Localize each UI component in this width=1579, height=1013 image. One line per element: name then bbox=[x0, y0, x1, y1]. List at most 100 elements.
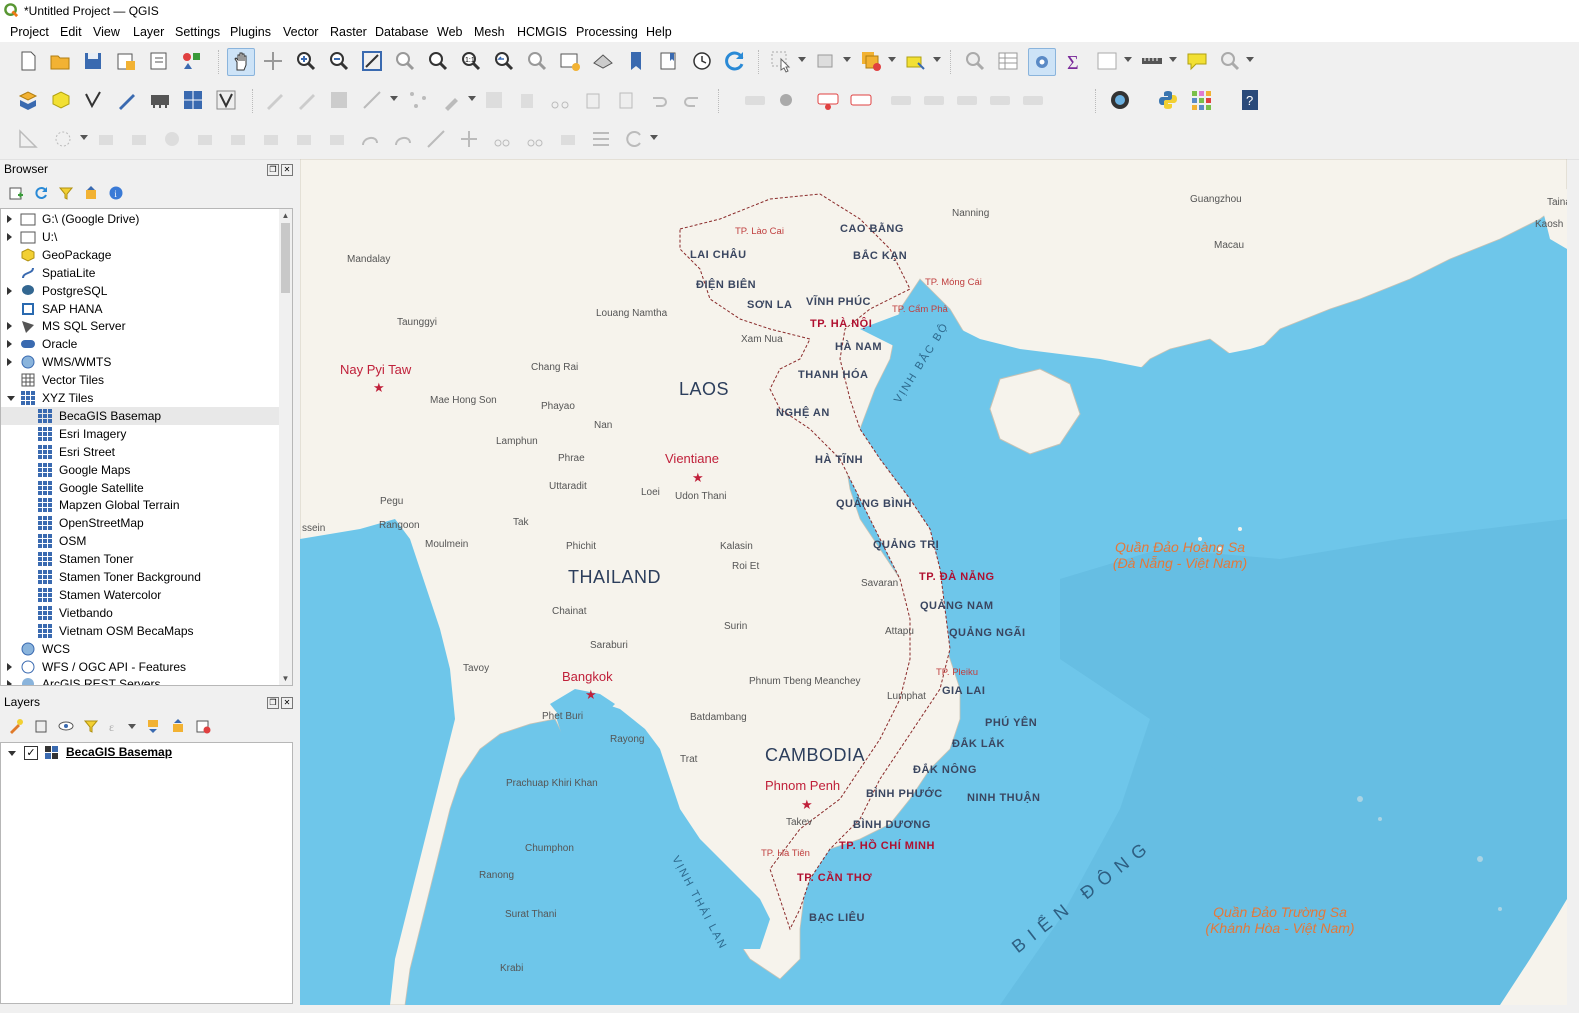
browser-item[interactable]: Vietbando bbox=[1, 604, 279, 622]
collapsed-arrow-icon[interactable] bbox=[7, 322, 12, 331]
collapse-all-icon[interactable] bbox=[83, 185, 99, 201]
menu-view[interactable]: View bbox=[93, 25, 120, 39]
merge-attributes-icon[interactable] bbox=[588, 126, 614, 152]
change-label-icon[interactable] bbox=[1020, 87, 1046, 113]
browser-item[interactable]: U:\ bbox=[1, 228, 279, 246]
trim-extend-icon[interactable] bbox=[456, 126, 482, 152]
filter-by-expression-icon[interactable]: ε bbox=[108, 718, 124, 734]
collapsed-arrow-icon[interactable] bbox=[7, 358, 12, 367]
menu-help[interactable]: Help bbox=[646, 25, 672, 39]
zoom-out-icon[interactable] bbox=[326, 48, 352, 74]
reshape-features-icon[interactable] bbox=[357, 126, 383, 152]
select-features-icon[interactable] bbox=[768, 48, 794, 74]
show-bookmarks-icon[interactable] bbox=[656, 48, 682, 74]
pin-labels-icon[interactable] bbox=[921, 87, 947, 113]
new-map-view-icon[interactable] bbox=[557, 48, 583, 74]
menu-edit[interactable]: Edit bbox=[60, 25, 82, 39]
deselect-features-icon[interactable] bbox=[858, 48, 884, 74]
menu-layer[interactable]: Layer bbox=[133, 25, 164, 39]
expand-all-icon[interactable] bbox=[145, 718, 161, 734]
zoom-native-icon[interactable]: 1:1 bbox=[458, 48, 484, 74]
zoom-last-icon[interactable] bbox=[491, 48, 517, 74]
delete-ring-icon[interactable] bbox=[291, 126, 317, 152]
new-gps-layer-icon[interactable] bbox=[213, 87, 239, 113]
diagram-options-icon[interactable] bbox=[775, 87, 801, 113]
browser-item[interactable]: Vietnam OSM BecaMaps bbox=[1, 622, 279, 640]
split-parts-icon[interactable] bbox=[522, 126, 548, 152]
browser-item[interactable]: XYZ Tiles bbox=[1, 389, 279, 407]
browser-item[interactable]: Stamen Watercolor bbox=[1, 586, 279, 604]
browser-item[interactable]: Esri Imagery bbox=[1, 425, 279, 443]
menu-database[interactable]: Database bbox=[375, 25, 429, 39]
layer-labeling-icon[interactable] bbox=[815, 87, 841, 113]
add-selected-layers-icon[interactable] bbox=[8, 185, 24, 201]
collapsed-arrow-icon[interactable] bbox=[7, 232, 12, 241]
layer-diagram-icon[interactable] bbox=[848, 87, 874, 113]
collapsed-arrow-icon[interactable] bbox=[7, 215, 12, 223]
label-toolbar-icon[interactable] bbox=[742, 87, 768, 113]
merge-features-icon[interactable] bbox=[555, 126, 581, 152]
float-layers-panel-icon[interactable]: ❐ bbox=[267, 697, 279, 709]
delete-selected-icon[interactable] bbox=[514, 87, 540, 113]
style-manager-icon[interactable] bbox=[179, 48, 205, 74]
temporal-controller-icon[interactable] bbox=[689, 48, 715, 74]
identify-features-icon[interactable] bbox=[962, 48, 988, 74]
browser-item[interactable]: Google Maps bbox=[1, 461, 279, 479]
menu-web[interactable]: Web bbox=[437, 25, 462, 39]
browser-item[interactable]: ArcGIS REST Servers bbox=[1, 675, 279, 685]
refresh-browser-icon[interactable] bbox=[33, 185, 49, 201]
select-by-value-icon[interactable] bbox=[813, 48, 839, 74]
browser-item[interactable]: OSM bbox=[1, 532, 279, 550]
collapsed-arrow-icon[interactable] bbox=[7, 340, 12, 349]
layout-manager-icon[interactable] bbox=[146, 48, 172, 74]
copy-features-icon[interactable] bbox=[580, 87, 606, 113]
save-project-icon[interactable] bbox=[80, 48, 106, 74]
menu-hcmgis[interactable]: HCMGIS bbox=[517, 25, 567, 39]
advanced-digitizing-icon[interactable] bbox=[15, 126, 41, 152]
map-tips-icon[interactable] bbox=[1184, 48, 1210, 74]
new-geopackage-layer-icon[interactable] bbox=[48, 87, 74, 113]
current-edits-icon[interactable] bbox=[262, 87, 288, 113]
new-mesh-layer-icon[interactable] bbox=[180, 87, 206, 113]
open-attribute-table-icon[interactable] bbox=[995, 48, 1021, 74]
attribute-form-icon[interactable] bbox=[1094, 48, 1120, 74]
add-group-icon[interactable] bbox=[33, 718, 49, 734]
map-canvas[interactable]: LAOS THAILAND CAMBODIA Nay Pyi Taw ★ Vie… bbox=[300, 159, 1567, 1005]
new-project-icon[interactable] bbox=[15, 48, 41, 74]
split-features-icon[interactable] bbox=[489, 126, 515, 152]
fill-ring-icon[interactable] bbox=[258, 126, 284, 152]
browser-item[interactable]: SAP HANA bbox=[1, 300, 279, 318]
remove-layer-icon[interactable] bbox=[195, 718, 211, 734]
browser-item[interactable]: WFS / OGC API - Features bbox=[1, 658, 279, 676]
paste-features-icon[interactable] bbox=[613, 87, 639, 113]
osm-place-search-icon[interactable] bbox=[1107, 87, 1133, 113]
zoom-next-icon[interactable] bbox=[524, 48, 550, 74]
data-source-manager-icon[interactable] bbox=[15, 87, 41, 113]
python-console-icon[interactable] bbox=[1155, 87, 1181, 113]
browser-scrollbar[interactable]: ▲ ▼ bbox=[279, 209, 292, 685]
menu-settings[interactable]: Settings bbox=[175, 25, 220, 39]
browser-item[interactable]: PostgreSQL bbox=[1, 282, 279, 300]
toggle-editing-icon[interactable] bbox=[294, 87, 320, 113]
close-layers-panel-icon[interactable]: ✕ bbox=[281, 697, 293, 709]
collapse-all-layers-icon[interactable] bbox=[170, 718, 186, 734]
pan-map-icon[interactable] bbox=[227, 48, 255, 76]
new-3d-map-view-icon[interactable] bbox=[590, 48, 616, 74]
new-print-layout-icon[interactable] bbox=[113, 48, 139, 74]
save-layer-edits-icon[interactable] bbox=[326, 87, 352, 113]
float-panel-icon[interactable]: ❐ bbox=[267, 164, 279, 176]
add-part-icon[interactable] bbox=[225, 126, 251, 152]
highlight-pinned-labels-icon[interactable] bbox=[888, 87, 914, 113]
close-panel-icon[interactable]: ✕ bbox=[281, 164, 293, 176]
browser-item[interactable]: MS SQL Server bbox=[1, 317, 279, 335]
show-hide-labels-icon[interactable] bbox=[954, 87, 980, 113]
layers-tree[interactable]: ✓ BecaGIS Basemap bbox=[0, 742, 293, 1004]
browser-item[interactable]: Esri Street bbox=[1, 443, 279, 461]
refresh-icon[interactable] bbox=[722, 48, 748, 74]
move-label-icon[interactable] bbox=[987, 87, 1013, 113]
browser-item[interactable]: SpatiaLite bbox=[1, 264, 279, 282]
layer-expander-icon[interactable] bbox=[8, 751, 16, 756]
browser-item[interactable]: WMS/WMTS bbox=[1, 353, 279, 371]
menu-plugins[interactable]: Plugins bbox=[230, 25, 271, 39]
simplify-feature-icon[interactable] bbox=[159, 126, 185, 152]
